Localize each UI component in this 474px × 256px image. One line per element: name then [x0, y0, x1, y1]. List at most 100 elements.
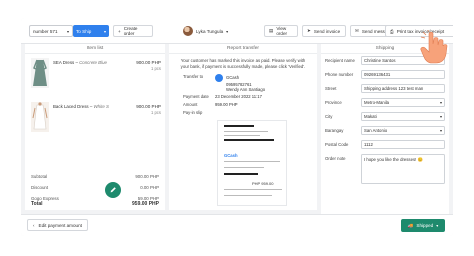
payin-slip-row: Pay-in slip [183, 110, 303, 115]
discount-value: 0.00 PHP [140, 185, 159, 190]
dress-thumbnail-icon [31, 58, 49, 88]
chevron-down-icon: ▾ [436, 223, 439, 228]
subtotal-label: Subtotal [31, 174, 48, 179]
subtotal-value: 900.00 PHP [135, 174, 159, 179]
transfer-to-label: Transfer to [183, 74, 204, 79]
postal-code-input[interactable]: 1112 [361, 140, 445, 149]
province-value: Metro-Manila [364, 100, 390, 105]
slip-redacted-bar [224, 173, 258, 175]
shipping-panel: Shipping Recipient name Christine Santos… [321, 44, 449, 236]
order-number-value: number 571 [33, 28, 58, 34]
barangay-label: Barangay [325, 128, 344, 133]
list-item[interactable]: Back Laced Dress – White S 900.00 PHP 1 … [29, 102, 161, 140]
item-price: 900.00 PHP [136, 104, 161, 109]
send-invoice-button[interactable]: ➤ Send invoice [302, 25, 346, 37]
bottom-action-bar: ‹ Edit payment amount 🚚 Shipped ▾ [21, 214, 453, 236]
total-label: Total [31, 201, 43, 207]
street-field: Street Shipping address 123 test man [325, 84, 445, 93]
order-note-textarea[interactable]: I hope you like the dresses! 😊 [361, 154, 445, 184]
amount-label: Amount [183, 102, 198, 107]
transfer-to-value: GCash 09595782761 Wendy Ann Santiago [215, 74, 303, 92]
gcash-logo-icon [215, 74, 223, 82]
transfer-details: Transfer to GCash 09595782761 Wendy Ann … [183, 74, 303, 210]
amount-value: 959.00 PHP [215, 102, 238, 107]
slip-text-line [224, 167, 264, 169]
chevron-down-icon: ▾ [439, 100, 442, 105]
item-variant: Concrete Blue [79, 60, 107, 65]
slip-text-line [224, 161, 280, 163]
payment-date-row: Payment date 23 December 2022 11:17 [183, 94, 303, 99]
edit-payment-amount-button[interactable]: ‹ Edit payment amount [27, 219, 88, 231]
city-select[interactable]: Makati ▾ [361, 112, 445, 121]
barangay-select[interactable]: San Antonio ▾ [361, 126, 445, 135]
postal-code-label: Postal Code [325, 142, 349, 147]
slip-text-line [224, 135, 260, 137]
item-name: SEA Dress – Concrete Blue [53, 60, 107, 65]
payin-slip-image[interactable]: GCash PHP 959.00 [217, 120, 287, 206]
item-quantity: 1 pcs [150, 66, 161, 71]
shipped-status-button[interactable]: 🚚 Shipped ▾ [401, 219, 445, 232]
send-invoice-label: Send invoice [313, 28, 341, 34]
order-detail-window: number 571 ▾ To Ship ▾ + Create order Ly… [21, 18, 453, 236]
subtotal-row: Subtotal 900.00 PHP [31, 174, 159, 179]
slip-brand: GCash [224, 153, 238, 158]
postal-code-field: Postal Code 1112 [325, 140, 445, 149]
total-value: 959.00 PHP [132, 201, 159, 207]
chevron-down-icon: ▾ [439, 128, 442, 133]
create-order-button[interactable]: + Create order [113, 25, 153, 37]
payment-date-label: Payment date [183, 94, 209, 99]
discount-row: Discount 0.00 PHP [31, 185, 159, 190]
discount-label: Discount [31, 185, 49, 190]
city-field: City Makati ▾ [325, 112, 445, 121]
item-name: Back Laced Dress – White S [53, 104, 109, 109]
phone-label: Phone number [325, 72, 354, 77]
chevron-down-icon: ▾ [66, 28, 69, 34]
chevron-down-icon: ▾ [226, 28, 229, 34]
payin-slip-label: Pay-in slip [183, 110, 203, 115]
item-title: Back Laced Dress [53, 104, 89, 109]
truck-icon: 🚚 [407, 222, 414, 228]
item-list-panel: Item list SEA Dress – Concrete Blue 900.… [25, 44, 165, 210]
order-note-field: Order note I hope you like the dresses! … [325, 154, 445, 184]
street-input[interactable]: Shipping address 123 test man [361, 84, 445, 93]
dress-thumbnail-icon [31, 102, 49, 132]
phone-input[interactable]: 09269136431 [361, 70, 445, 79]
view-order-button[interactable]: ▤ View order [264, 25, 298, 37]
avatar [183, 26, 193, 36]
slip-amount: PHP 959.00 [252, 181, 274, 186]
total-row: Total 959.00 PHP [31, 201, 159, 207]
transfer-to-row: Transfer to GCash 09595782761 Wendy Ann … [183, 74, 303, 92]
chevron-left-icon: ‹ [33, 222, 35, 228]
item-title: SEA Dress [53, 60, 75, 65]
phone-field: Phone number 09269136431 [325, 70, 445, 79]
ship-status-select[interactable]: To Ship ▾ [73, 25, 109, 37]
list-item[interactable]: SEA Dress – Concrete Blue 900.00 PHP 1 p… [29, 58, 161, 96]
chevron-down-icon: ▾ [439, 114, 442, 119]
amount-row: Amount 959.00 PHP [183, 102, 303, 107]
city-label: City [325, 114, 333, 119]
slip-redacted-bar [224, 139, 274, 141]
report-transfer-header: Report transfer [169, 44, 317, 54]
hand-cursor-icon [420, 30, 448, 64]
assignee-select[interactable]: Lyka Tungula ▾ [183, 25, 243, 37]
bank-name: GCash [226, 75, 240, 81]
recipient-name-label: Recipient name [325, 58, 355, 63]
account-name: Wendy Ann Santiago [226, 87, 266, 92]
slip-text-line [224, 189, 282, 191]
printer-icon: ⎙ [390, 28, 394, 34]
toolbar: number 571 ▾ To Ship ▾ + Create order Ly… [21, 18, 453, 44]
transfer-note: Your customer has marked this invoice as… [180, 58, 306, 69]
item-variant: White S [93, 104, 109, 109]
item-quantity: 1 pcs [150, 110, 161, 115]
order-number-select[interactable]: number 571 ▾ [29, 25, 73, 37]
province-field: Province Metro-Manila ▾ [325, 98, 445, 107]
barangay-field: Barangay San Antonio ▾ [325, 126, 445, 135]
order-note-label: Order note [325, 156, 346, 161]
item-price: 900.00 PHP [136, 60, 161, 65]
mail-icon: ✉ [355, 28, 359, 33]
province-select[interactable]: Metro-Manila ▾ [361, 98, 445, 107]
shipped-label: Shipped [416, 223, 434, 228]
view-order-label: View order [276, 26, 288, 36]
barangay-value: San Antonio [364, 128, 388, 133]
item-list-header: Item list [25, 44, 165, 54]
